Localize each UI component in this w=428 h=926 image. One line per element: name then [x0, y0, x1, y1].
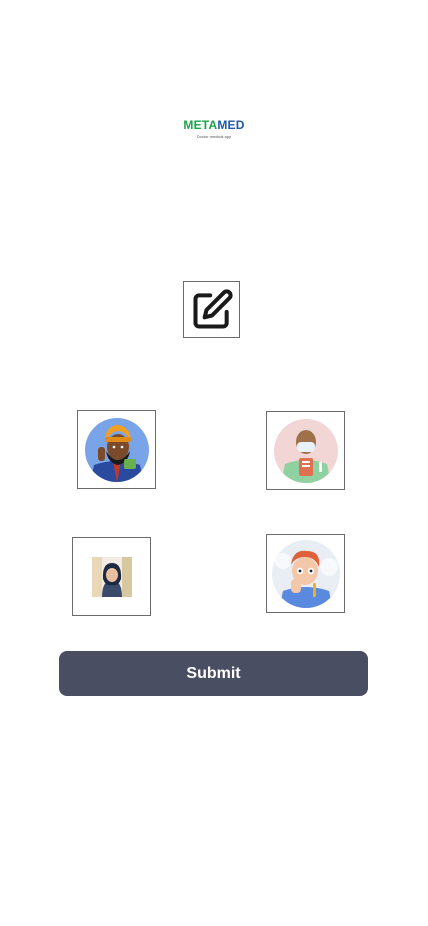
logo-word-med: MED [217, 118, 245, 132]
avatar-option-4[interactable] [266, 534, 345, 613]
logo-wordmark: METAMED [178, 118, 250, 132]
avatar-red-hair-boy-icon [271, 539, 340, 608]
avatar-option-1[interactable] [77, 410, 156, 489]
avatar-option-3[interactable] [72, 537, 151, 616]
logo-word-meta: META [183, 118, 218, 132]
avatar-option-2[interactable] [266, 411, 345, 490]
avatar-woman-photo-icon [91, 556, 132, 597]
submit-button[interactable]: Submit [59, 651, 368, 696]
edit-icon [192, 288, 233, 329]
avatar-turban-man-icon [84, 417, 149, 482]
edit-button[interactable] [183, 281, 240, 338]
avatar-doctor-mask-icon [273, 418, 338, 483]
metamed-logo: METAMED Doctor medical app [178, 118, 250, 146]
logo-tagline: Doctor medical app [196, 134, 232, 139]
